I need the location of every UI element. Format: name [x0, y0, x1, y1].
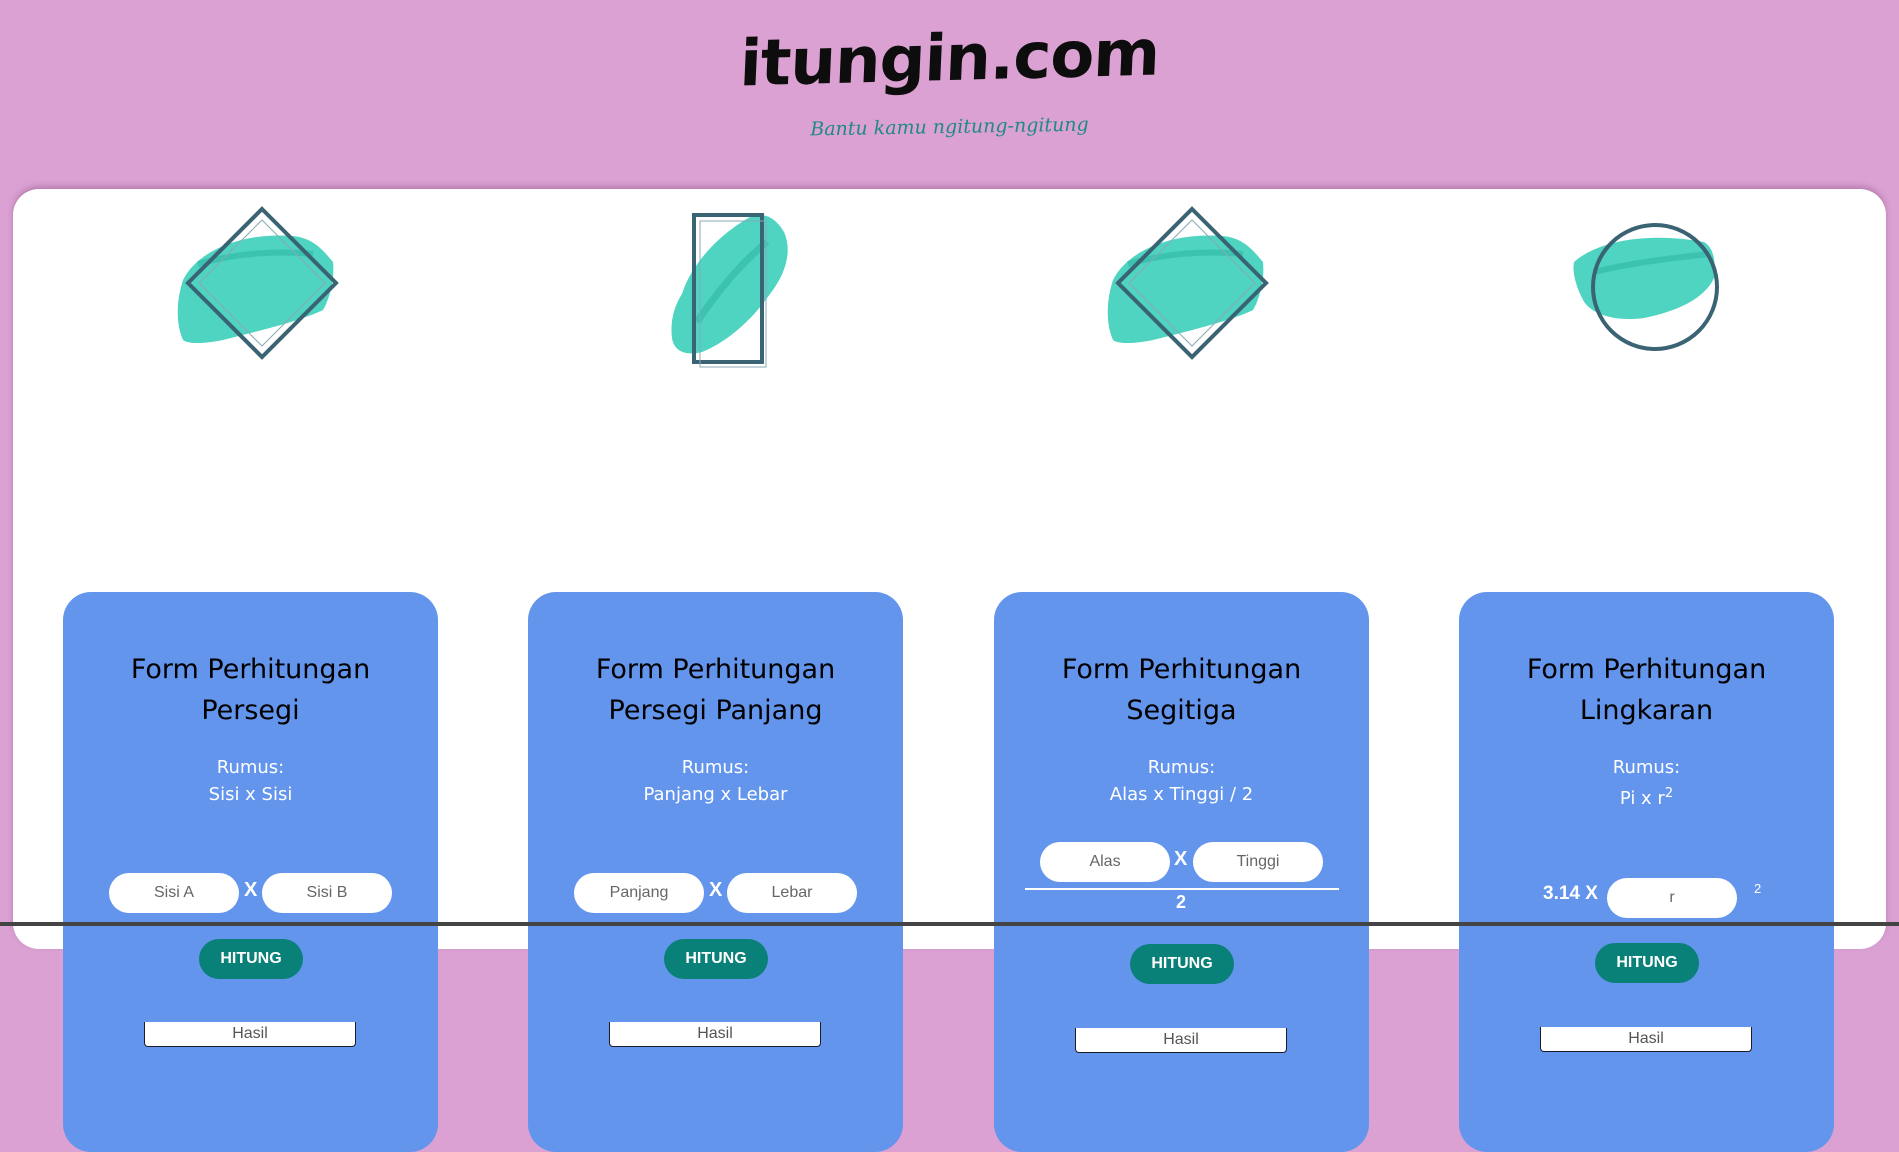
hitung-button[interactable]: HITUNG [199, 939, 303, 979]
card-persegi-panjang: Form Perhitungan Persegi Panjang Rumus: … [528, 592, 903, 1152]
rectangle-shape-icon [671, 213, 788, 368]
exponent: 2 [1754, 881, 1762, 896]
card-title: Form Perhitungan Lingkaran [1526, 654, 1767, 726]
lebar-input[interactable]: Lebar [727, 873, 857, 913]
card-segitiga: Form Perhitungan Segitiga Rumus: Alas x … [994, 592, 1369, 1152]
card-title: Form Perhitungan Persegi Panjang [595, 654, 836, 726]
sisi-a-input[interactable]: Sisi A [109, 873, 239, 913]
site-logo[interactable]: itungin.com [0, 0, 1899, 121]
formula-label: Rumus: [1147, 757, 1216, 778]
bottom-edge [0, 922, 1899, 926]
formula-label: Rumus: [681, 757, 750, 778]
alas-input[interactable]: Alas [1040, 842, 1170, 882]
fraction-divider [1025, 888, 1339, 890]
hitung-button[interactable]: HITUNG [1595, 943, 1699, 983]
panjang-input[interactable]: Panjang [574, 873, 704, 913]
card-persegi: Form Perhitungan Persegi Rumus: Sisi x S… [63, 592, 438, 1152]
formula-text: Panjang x Lebar [643, 784, 788, 805]
formula-text: Alas x Tinggi / 2 [1109, 784, 1254, 805]
formula-text: Pi x r2 [1619, 786, 1674, 809]
radius-input[interactable]: r [1607, 878, 1737, 918]
denominator: 2 [1176, 892, 1187, 912]
multiply-operator: X [244, 879, 258, 901]
multiply-operator: X [709, 879, 723, 901]
triangle-shape-icon [1107, 206, 1269, 360]
result-field[interactable]: Hasil [609, 1022, 821, 1047]
site-header: itungin.com Bantu kamu ngitung-ngitung [0, 0, 1899, 190]
pi-constant: 3.14 X [1543, 883, 1598, 904]
result-field[interactable]: Hasil [144, 1022, 356, 1047]
result-field[interactable]: Hasil [1075, 1028, 1287, 1053]
circle-shape-icon [1573, 223, 1719, 351]
hitung-button[interactable]: HITUNG [664, 939, 768, 979]
multiply-operator: X [1174, 848, 1188, 870]
square-shape-icon [177, 206, 339, 360]
card-lingkaran: Form Perhitungan Lingkaran Rumus: Pi x r… [1459, 592, 1834, 1152]
formula-text: Sisi x Sisi [208, 784, 293, 805]
card-title: Form Perhitungan Persegi [130, 654, 371, 726]
formula-label: Rumus: [216, 757, 285, 778]
hitung-button[interactable]: HITUNG [1130, 944, 1234, 984]
formula-label: Rumus: [1612, 757, 1681, 778]
result-field[interactable]: Hasil [1540, 1027, 1752, 1052]
sisi-b-input[interactable]: Sisi B [262, 873, 392, 913]
tinggi-input[interactable]: Tinggi [1193, 842, 1323, 882]
main-container: Form Perhitungan Persegi Rumus: Sisi x S… [13, 189, 1886, 1152]
card-title: Form Perhitungan Segitiga [1061, 654, 1302, 726]
